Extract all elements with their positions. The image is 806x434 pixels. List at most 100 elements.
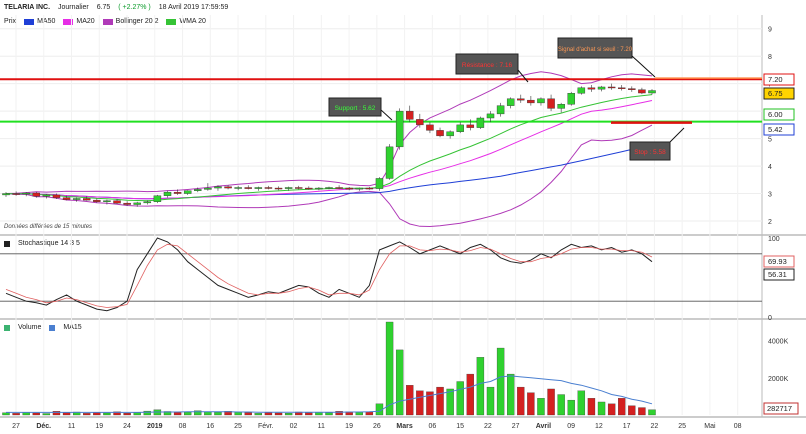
x-tick-label: 25 (678, 423, 686, 430)
signal-annotation: Signal d'achat si seuil : 7.20 (557, 37, 656, 78)
x-tick-label: 08 (179, 423, 187, 430)
candle-body (214, 186, 222, 189)
volume-bar (436, 386, 444, 416)
tag-542-text: 5.42 (768, 125, 783, 134)
candle-body (537, 98, 545, 104)
support-text: Support : 5.62 (335, 105, 376, 112)
candle-body (315, 187, 323, 190)
volume-bar (42, 413, 51, 416)
volume-bar (456, 381, 464, 416)
x-tick-label: 2019 (147, 423, 163, 430)
candle-body (294, 187, 303, 189)
candle-body (567, 93, 575, 105)
candle-body (648, 90, 656, 94)
bollinger-lower (5, 124, 653, 228)
candle-body (375, 178, 384, 189)
candle-body (103, 200, 111, 202)
x-tick-label: 27 (12, 423, 20, 430)
volume-ma15-line (6, 375, 653, 413)
candle-body (123, 202, 131, 205)
candle-body (577, 87, 586, 94)
x-tick-label: 16 (206, 423, 214, 430)
candle-body (527, 99, 535, 104)
volume-bar (395, 349, 404, 416)
price-tick-label: 3 (768, 192, 772, 199)
candle-body (335, 187, 343, 189)
volume-bar (618, 398, 626, 416)
volume-bar (254, 413, 263, 416)
x-tick-label: 12 (595, 423, 603, 430)
candle-body (194, 189, 202, 191)
tag-600: 6.00 (763, 108, 795, 121)
candle-body (113, 200, 121, 204)
candle-body (547, 98, 555, 109)
volume-bar (507, 373, 515, 416)
price-tick-label: 8 (768, 54, 772, 61)
x-tick-label: 27 (512, 423, 520, 430)
chart-svg: 2345678927Déc.1119242019081625Févr.02111… (0, 15, 806, 430)
volume-bar (587, 398, 596, 416)
candle-body (42, 194, 51, 197)
candle-body (617, 87, 626, 89)
x-tick-label: 06 (428, 423, 436, 430)
volume-bar (184, 411, 192, 416)
x-tick-label: 11 (68, 423, 75, 430)
volume-bar (133, 412, 141, 416)
volume-bar (103, 412, 111, 416)
volume-bar (244, 412, 252, 416)
volume-bar (537, 398, 545, 416)
volume-bar (547, 388, 555, 416)
candle-body (355, 187, 364, 190)
bollinger-upper (5, 71, 653, 194)
candle-body (506, 98, 515, 106)
stoch-tag-k-text: 69.93 (768, 257, 787, 266)
candle-body (204, 187, 212, 190)
candle-body (244, 187, 252, 189)
volume-bar (486, 386, 495, 416)
candle-body (385, 146, 394, 179)
tag-720-text: 7.20 (768, 75, 783, 84)
candle-body (426, 124, 434, 131)
volume-bar (517, 386, 525, 416)
stoch-tick-label: 0 (768, 315, 772, 322)
price-tick-label: 5 (768, 137, 772, 144)
candle-body (476, 117, 485, 128)
volume-tag: 282717 (763, 402, 799, 415)
candle-body (325, 187, 333, 189)
x-tick-label: 08 (734, 423, 742, 430)
tag-600-text: 6.00 (768, 110, 783, 119)
x-tick-label: 19 (95, 423, 103, 430)
volume-tick-label: 2000K (768, 376, 789, 383)
candle-body (254, 187, 263, 189)
volume-bar (597, 401, 606, 416)
volume-bar (416, 390, 424, 416)
volume-bar (214, 412, 222, 416)
volume-bar (305, 412, 313, 416)
candle-body (143, 201, 152, 204)
volume-bar (476, 357, 485, 416)
volume-bar (264, 412, 273, 416)
candle-body (153, 195, 162, 202)
x-tick-label: Févr. (258, 423, 274, 430)
volume-bar (62, 412, 71, 416)
support-annotation: Support : 5.62 (328, 97, 393, 121)
volume-bar (466, 373, 474, 416)
volume-bar (607, 403, 616, 416)
candle-body (163, 191, 172, 196)
tag-720: 7.20 (763, 73, 795, 86)
candle-body (517, 98, 525, 101)
x-tick-label: 15 (456, 423, 464, 430)
candle-body (274, 187, 283, 190)
volume-bar (123, 412, 131, 416)
x-tick-label: 26 (373, 423, 381, 430)
x-tick-label: 25 (234, 423, 242, 430)
candle-body (22, 192, 30, 195)
volume-bar (628, 405, 636, 416)
volume-bar (325, 412, 333, 416)
candle-body (557, 104, 565, 109)
stoch-k-line (5, 237, 653, 312)
candle-body (466, 124, 475, 128)
stoch-tag-k: 69.93 (763, 255, 795, 268)
candle-body (93, 199, 101, 202)
signal-text: Signal d'achat si seuil : 7.20 (558, 47, 633, 53)
